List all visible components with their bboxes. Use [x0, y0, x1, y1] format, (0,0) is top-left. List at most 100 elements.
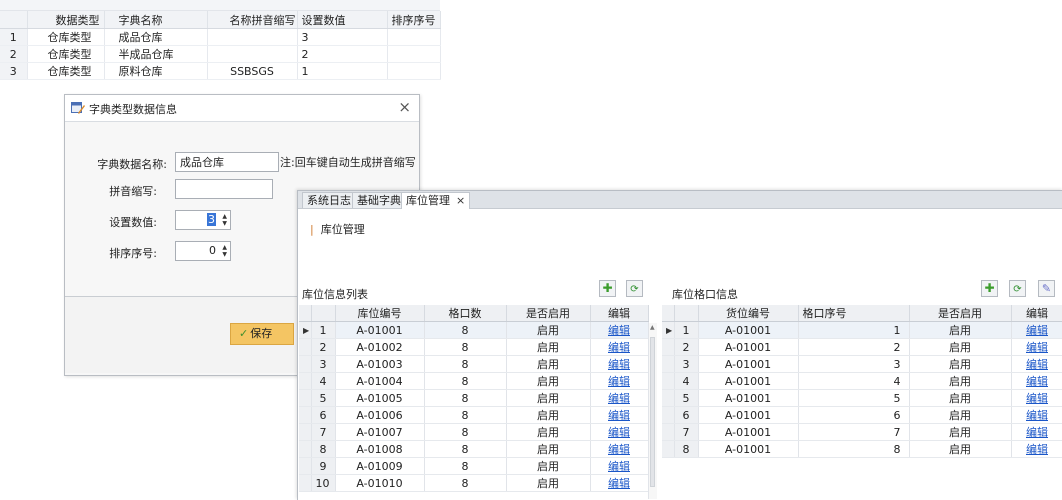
column-header-slot-count[interactable]: 格口数 [424, 305, 507, 322]
table-row[interactable]: ▶ 1 A-01001 1 启用 编辑 [662, 321, 1062, 339]
table-row[interactable]: 4 A-01001 4 启用 编辑 [662, 372, 1062, 390]
table-row[interactable]: 5 A-01001 5 启用 编辑 [662, 389, 1062, 407]
table-row[interactable]: 1 仓库类型 成品仓库 3 [0, 28, 441, 46]
tab-basic-dictionary[interactable]: 基础字典 [352, 192, 406, 208]
table-row[interactable]: 8 A-01001 8 启用 编辑 [662, 440, 1062, 458]
slot-info-grid: 货位编号 格口序号 是否启用 编辑 ▶ 1 A-01001 1 启用 编辑 2 A-0100… [662, 305, 1062, 458]
cell-location-code: A-01005 [335, 389, 425, 407]
dictionary-table: 数据类型 字典名称 名称拼音缩写 设置数值 排序序号 1 仓库类型 成品仓库 3… [0, 11, 441, 80]
column-header-enabled[interactable]: 是否启用 [506, 305, 591, 322]
column-header-data-type[interactable]: 数据类型 [27, 11, 105, 29]
table-row[interactable]: 2 A-01001 2 启用 编辑 [662, 338, 1062, 356]
table-row[interactable]: 2 A-01002 8 启用 编辑 [299, 338, 649, 356]
row-number: 2 [311, 338, 336, 356]
cell-location-code: A-01006 [335, 406, 425, 424]
plus-icon: ✚ [602, 281, 613, 295]
form-edit-icon [71, 102, 85, 114]
table-row[interactable]: 7 A-01001 7 启用 编辑 [662, 423, 1062, 441]
tab-system-log[interactable]: 系统日志 [302, 192, 356, 208]
edit-link[interactable]: 编辑 [608, 477, 630, 490]
edit-link[interactable]: 编辑 [608, 341, 630, 354]
column-header-order[interactable]: 排序序号 [387, 11, 441, 29]
edit-link[interactable]: 编辑 [608, 409, 630, 422]
row-indicator [299, 474, 312, 492]
order-spinner-text: 0 [209, 244, 216, 257]
indicator-header [299, 305, 312, 322]
cell-enabled: 启用 [909, 321, 1012, 339]
edit-link[interactable]: 编辑 [608, 443, 630, 456]
edit-link[interactable]: 编辑 [1026, 426, 1048, 439]
row-indicator [662, 355, 675, 373]
column-header-goods-location[interactable]: 货位编号 [698, 305, 799, 322]
dialog-titlebar[interactable]: 字典类型数据信息 × [65, 95, 419, 122]
edit-link[interactable]: 编辑 [1026, 375, 1048, 388]
scroll-up-icon[interactable]: ▲ [650, 324, 655, 331]
value-spinner[interactable]: 3 ▲ ▼ [175, 210, 231, 230]
edit-link[interactable]: 编辑 [1026, 443, 1048, 456]
table-row[interactable]: 3 仓库类型 原料仓库 SSBSGS 1 [0, 62, 441, 80]
row-indicator [299, 372, 312, 390]
edit-link[interactable]: 编辑 [1026, 358, 1048, 371]
row-indicator [299, 423, 312, 441]
edit-link[interactable]: 编辑 [608, 460, 630, 473]
row-number: 3 [0, 62, 28, 80]
order-spinner[interactable]: 0 ▲ ▼ [175, 241, 231, 261]
column-header-enabled[interactable]: 是否启用 [909, 305, 1012, 322]
cell-location-code: A-01010 [335, 474, 425, 492]
cell-order [387, 45, 441, 63]
table-row[interactable]: 2 仓库类型 半成品仓库 2 [0, 45, 441, 63]
table-row[interactable]: 8 A-01008 8 启用 编辑 [299, 440, 649, 458]
scrollbar-thumb[interactable] [650, 337, 655, 487]
location-list-scrollbar[interactable]: ▲ [648, 323, 657, 499]
table-row[interactable]: ▶ 1 A-01001 8 启用 编辑 [299, 321, 649, 339]
close-icon[interactable]: × [398, 98, 411, 116]
edit-link[interactable]: 编辑 [608, 392, 630, 405]
cell-edit: 编辑 [590, 440, 649, 458]
column-header-value[interactable]: 设置数值 [297, 11, 388, 29]
add-location-button[interactable]: ✚ [599, 280, 616, 297]
tab-location-management[interactable]: 库位管理 × [401, 192, 471, 209]
column-header-location-code[interactable]: 库位编号 [335, 305, 425, 322]
refresh-location-button[interactable]: ⟳ [626, 280, 643, 297]
table-row[interactable]: 10 A-01010 8 启用 编辑 [299, 474, 649, 492]
column-header-slot-seq[interactable]: 格口序号 [798, 305, 910, 322]
table-row[interactable]: 7 A-01007 8 启用 编辑 [299, 423, 649, 441]
row-indicator [299, 338, 312, 356]
refresh-slot-button[interactable]: ⟳ [1009, 280, 1026, 297]
grid-header-row: 库位编号 格口数 是否启用 编辑 [299, 305, 649, 322]
save-button[interactable]: ✓ 保存 [230, 323, 294, 345]
checkmark-icon: ✓ [239, 327, 249, 340]
clear-slot-button[interactable]: ✎ [1038, 280, 1055, 297]
table-row[interactable]: 6 A-01001 6 启用 编辑 [662, 406, 1062, 424]
add-slot-button[interactable]: ✚ [981, 280, 998, 297]
spinner-arrows-icon[interactable]: ▲ ▼ [222, 213, 227, 227]
edit-link[interactable]: 编辑 [608, 358, 630, 371]
spinner-arrows-icon[interactable]: ▲ ▼ [222, 244, 227, 258]
column-header-pinyin[interactable]: 名称拼音缩写 [207, 11, 298, 29]
table-row[interactable]: 5 A-01005 8 启用 编辑 [299, 389, 649, 407]
row-indicator-icon: ▶ [299, 321, 312, 339]
table-row[interactable]: 4 A-01004 8 启用 编辑 [299, 372, 649, 390]
column-header-dict-name[interactable]: 字典名称 [104, 11, 208, 29]
edit-link[interactable]: 编辑 [608, 324, 630, 337]
location-list-grid: 库位编号 格口数 是否启用 编辑 ▶ 1 A-01001 8 启用 编辑 2 A-01002… [299, 305, 649, 492]
edit-link[interactable]: 编辑 [1026, 324, 1048, 337]
table-row[interactable]: 6 A-01006 8 启用 编辑 [299, 406, 649, 424]
edit-link[interactable]: 编辑 [608, 426, 630, 439]
edit-link[interactable]: 编辑 [608, 375, 630, 388]
table-row[interactable]: 3 A-01001 3 启用 编辑 [662, 355, 1062, 373]
column-header-edit[interactable]: 编辑 [1011, 305, 1062, 322]
pinyin-field[interactable] [175, 179, 273, 199]
table-row[interactable]: 3 A-01003 8 启用 编辑 [299, 355, 649, 373]
column-header-edit[interactable]: 编辑 [590, 305, 649, 322]
row-indicator [662, 372, 675, 390]
edit-link[interactable]: 编辑 [1026, 392, 1048, 405]
tab-close-icon[interactable]: × [456, 194, 465, 207]
cell-slot-count: 8 [424, 423, 507, 441]
edit-link[interactable]: 编辑 [1026, 341, 1048, 354]
table-row[interactable]: 9 A-01009 8 启用 编辑 [299, 457, 649, 475]
dict-name-field[interactable] [175, 152, 279, 172]
edit-link[interactable]: 编辑 [1026, 409, 1048, 422]
cell-edit: 编辑 [1011, 440, 1062, 458]
cell-edit: 编辑 [1011, 321, 1062, 339]
